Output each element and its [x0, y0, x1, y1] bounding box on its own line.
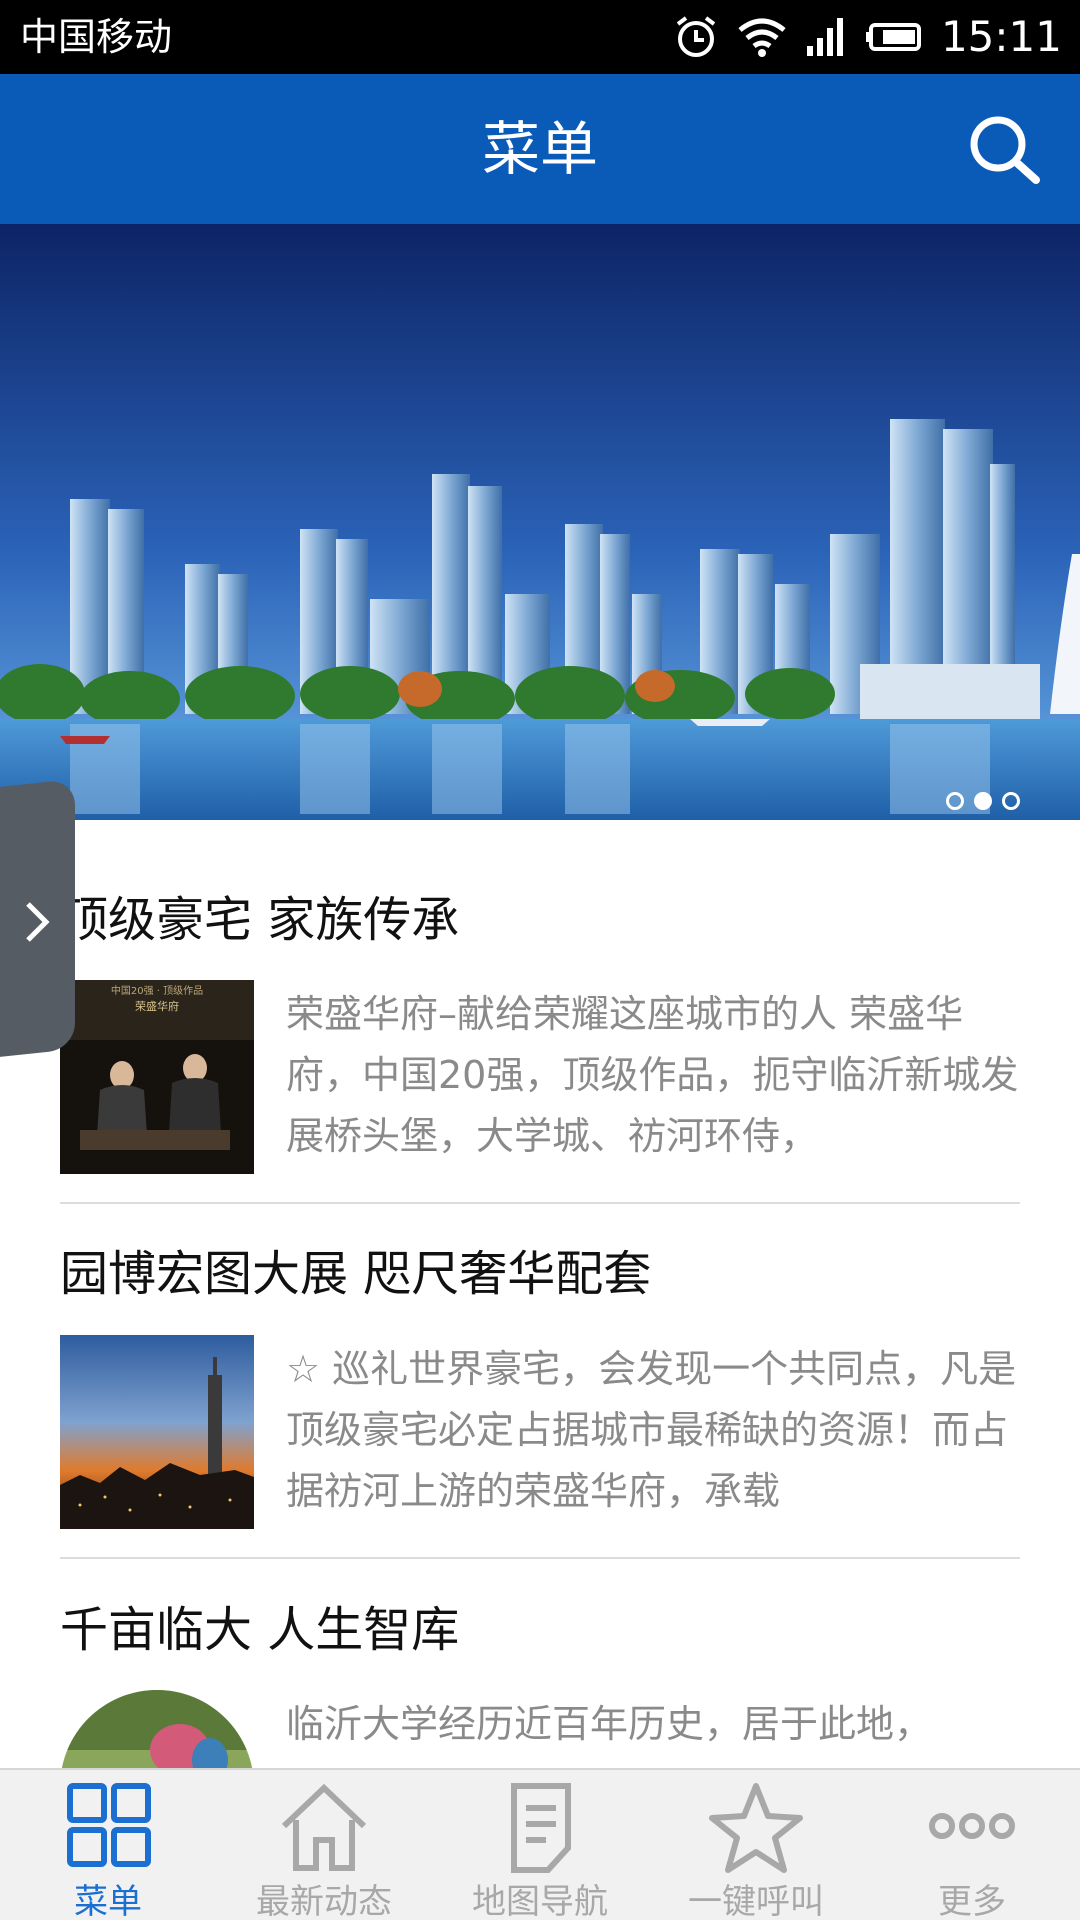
nav-label: 菜单 [74, 1882, 142, 1922]
more-icon [929, 1813, 1015, 1839]
page-title: 菜单 [481, 115, 598, 183]
svg-text:中国20强 · 顶级作品: 中国20强 · 顶级作品 [111, 984, 203, 997]
grid-icon [67, 1783, 151, 1867]
clock: 15:11 [940, 12, 1062, 61]
status-bar: 中国移动 15:11 [0, 0, 1080, 74]
nav-label: 地图导航 [472, 1882, 608, 1922]
wifi-icon [738, 18, 786, 57]
nav-label: 最新动态 [256, 1882, 392, 1922]
nav-map[interactable]: 地图导航 [432, 1770, 648, 1922]
carousel-dot[interactable] [946, 792, 964, 810]
battery-icon [865, 23, 921, 51]
status-icons: 15:11 [673, 10, 1062, 64]
article-description: ☆ 巡礼世界豪宅，会发现一个共同点，凡是顶级豪宅必定占据城市最稀缺的资源！而占据… [286, 1347, 1017, 1513]
article-title[interactable]: 园博宏图大展 咫尺奢华配套 [60, 1234, 651, 1304]
star-icon [709, 1783, 803, 1873]
article-title[interactable]: 千亩临大 人生智库 [60, 1590, 459, 1660]
article-thumbnail[interactable]: 中国20强 · 顶级作品 荣盛华府 [60, 980, 254, 1174]
carrier-label: 中国移动 [20, 15, 173, 59]
article-thumbnail[interactable] [60, 1335, 254, 1529]
nav-latest-news[interactable]: 最新动态 [216, 1770, 432, 1922]
nav-label: 一键呼叫 [688, 1882, 824, 1922]
article-description: 荣盛华府–献给荣耀这座城市的人 荣盛华府，中国20强，顶级作品，扼守临沂新城发展… [286, 992, 1019, 1158]
nav-menu[interactable]: 菜单 [0, 1770, 216, 1922]
document-icon [511, 1783, 571, 1873]
chevron-right-icon [26, 902, 50, 942]
nav-more[interactable]: 更多 [864, 1770, 1080, 1922]
search-button[interactable] [964, 110, 1044, 190]
banner-image [0, 224, 1080, 820]
banner-carousel[interactable] [0, 224, 1080, 820]
carousel-dot[interactable] [1002, 792, 1020, 810]
home-icon [281, 1783, 367, 1871]
carousel-dot-active[interactable] [974, 792, 992, 810]
title-bar: 菜单 [0, 74, 1080, 224]
svg-text:荣盛华府: 荣盛华府 [135, 999, 179, 1013]
divider [60, 1557, 1020, 1559]
nav-label: 更多 [938, 1882, 1006, 1922]
divider [60, 1202, 1020, 1204]
carousel-indicator [946, 792, 1020, 810]
bottom-navigation: 菜单 最新动态 地图导航 一键呼叫 更多 [0, 1768, 1080, 1922]
nav-call[interactable]: 一键呼叫 [648, 1770, 864, 1922]
alarm-icon [676, 16, 716, 57]
signal-icon [806, 18, 843, 56]
search-icon [970, 116, 1040, 184]
article-title[interactable]: 顶级豪宅 家族传承 [60, 880, 459, 950]
